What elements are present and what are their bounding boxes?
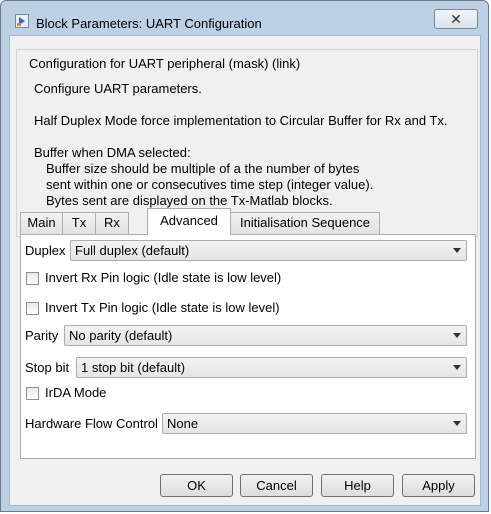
ok-button[interactable]: OK [160,474,233,497]
invert-tx-label: Invert Tx Pin logic (Idle state is low l… [45,300,280,315]
tab-advanced[interactable]: Advanced [147,208,231,235]
description-line: Bytes sent are displayed on the Tx-Matla… [46,193,333,208]
description-line: Buffer size should be multiple of a the … [46,161,360,176]
description-line: Configure UART parameters. [34,81,202,96]
help-button[interactable]: Help [321,474,394,497]
mask-description-group: Configuration for UART peripheral (mask)… [16,49,478,237]
chevron-down-icon [453,365,461,370]
parity-value: No parity (default) [69,328,173,343]
duplex-select[interactable]: Full duplex (default) [70,240,467,261]
advanced-tab-panel: Duplex Full duplex (default) Invert Rx P… [20,234,476,459]
window-title: Block Parameters: UART Configuration [36,16,262,31]
stop-bit-select[interactable]: 1 stop bit (default) [76,357,467,378]
invert-tx-checkbox[interactable] [26,302,39,315]
apply-button[interactable]: Apply [402,474,475,497]
tab-tx[interactable]: Tx [62,212,96,234]
duplex-label: Duplex [25,243,66,258]
tab-initialisation-sequence[interactable]: Initialisation Sequence [230,212,380,234]
description-line: sent within one or consecutives time ste… [46,177,374,192]
group-title: Configuration for UART peripheral (mask)… [27,56,303,71]
cancel-button[interactable]: Cancel [240,474,313,497]
hardware-flow-control-value: None [167,416,199,431]
description-line: Half Duplex Mode force implementation to… [34,113,448,128]
dialog-window: Block Parameters: UART Configuration ✕ C… [0,0,489,512]
tab-main[interactable]: Main [20,212,63,234]
tab-rx[interactable]: Rx [95,212,129,234]
invert-rx-checkbox[interactable] [26,272,39,285]
invert-rx-label: Invert Rx Pin logic (Idle state is low l… [45,270,282,285]
parity-select[interactable]: No parity (default) [64,325,467,346]
chevron-down-icon [453,333,461,338]
parity-label: Parity [25,328,59,343]
stop-bit-label: Stop bit [25,360,70,375]
duplex-value: Full duplex (default) [75,243,190,258]
close-button[interactable]: ✕ [434,9,478,29]
chevron-down-icon [453,421,461,426]
irda-mode-label: IrDA Mode [45,385,107,400]
hardware-flow-control-label: Hardware Flow Control [25,416,158,431]
dialog-client-area: Configuration for UART peripheral (mask)… [9,35,481,506]
stop-bit-value: 1 stop bit (default) [81,360,186,375]
title-bar[interactable]: Block Parameters: UART Configuration ✕ [1,1,488,33]
close-icon: ✕ [450,11,462,27]
irda-mode-checkbox[interactable] [26,387,39,400]
simulink-block-icon [15,14,29,28]
hardware-flow-control-select[interactable]: None [162,413,467,434]
description-line: Buffer when DMA selected: [34,145,191,160]
chevron-down-icon [453,248,461,253]
